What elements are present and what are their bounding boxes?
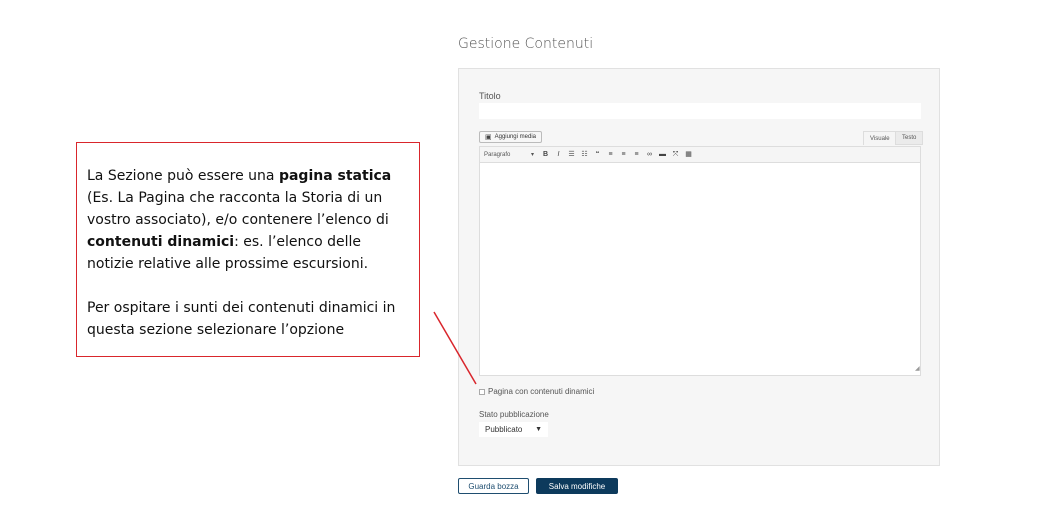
italic-icon[interactable]: I xyxy=(555,151,562,158)
content-editor[interactable] xyxy=(479,163,921,376)
chevron-down-icon: ▾ xyxy=(530,152,534,158)
resize-handle-icon[interactable]: ◢ xyxy=(915,365,920,372)
status-select-value: Pubblicato xyxy=(485,425,523,434)
dynamic-content-checkbox[interactable] xyxy=(479,388,485,395)
align-right-icon[interactable]: ≡ xyxy=(633,151,640,158)
callout-text: La Sezione può essere una xyxy=(87,168,279,184)
callout-bold-static: pagina statica xyxy=(278,168,392,184)
callout-paragraph-2: Per ospitare i sunti dei contenuti dinam… xyxy=(87,300,396,338)
format-select[interactable]: Paragrafo ▾ xyxy=(484,151,536,159)
status-select[interactable]: Pubblicato ▼ xyxy=(479,422,548,437)
explanation-callout: La Sezione può essere una pagina statica… xyxy=(76,142,420,357)
editor-toolbar: Paragrafo ▾ B I ☰ ☷ “ ≡ ≡ ≡ ∞ ▬ ⤧ ▦ xyxy=(479,146,921,163)
title-input[interactable] xyxy=(479,103,921,119)
tab-visual[interactable]: Visuale xyxy=(863,131,897,145)
format-select-value: Paragrafo xyxy=(484,151,511,158)
link-icon[interactable]: ∞ xyxy=(646,151,653,158)
dynamic-content-label: Pagina con contenuti dinamici xyxy=(488,387,595,396)
caret-down-icon: ▼ xyxy=(535,426,542,433)
dynamic-content-option[interactable]: Pagina con contenuti dinamici xyxy=(479,387,594,396)
bullet-list-icon[interactable]: ☰ xyxy=(568,151,575,158)
align-left-icon[interactable]: ≡ xyxy=(607,151,614,158)
toolbar-toggle-icon[interactable]: ▦ xyxy=(685,151,692,158)
callout-text: (Es. La Pagina che racconta la Storia di… xyxy=(87,190,389,228)
numbered-list-icon[interactable]: ☷ xyxy=(581,151,588,158)
add-media-button[interactable]: ▣ Aggiungi media xyxy=(479,131,542,143)
page-title: Gestione Contenuti xyxy=(458,36,594,52)
bold-icon[interactable]: B xyxy=(542,151,549,158)
tab-text[interactable]: Testo xyxy=(895,131,924,145)
callout-paragraph-1: La Sezione può essere una pagina statica… xyxy=(87,165,409,275)
blockquote-icon[interactable]: “ xyxy=(594,151,601,158)
draft-button[interactable]: Guarda bozza xyxy=(458,478,529,494)
add-media-label: Aggiungi media xyxy=(494,134,536,140)
save-button[interactable]: Salva modifiche xyxy=(536,478,618,494)
callout-bold-dynamic: contenuti dinamici xyxy=(87,234,235,250)
read-more-icon[interactable]: ▬ xyxy=(659,151,666,158)
media-icon: ▣ xyxy=(485,134,492,141)
title-label: Titolo xyxy=(479,91,501,101)
align-center-icon[interactable]: ≡ xyxy=(620,151,627,158)
content-form-panel: Titolo ▣ Aggiungi media Visuale Testo Pa… xyxy=(458,68,940,466)
status-label: Stato pubblicazione xyxy=(479,410,549,419)
fullscreen-icon[interactable]: ⤧ xyxy=(672,151,679,158)
